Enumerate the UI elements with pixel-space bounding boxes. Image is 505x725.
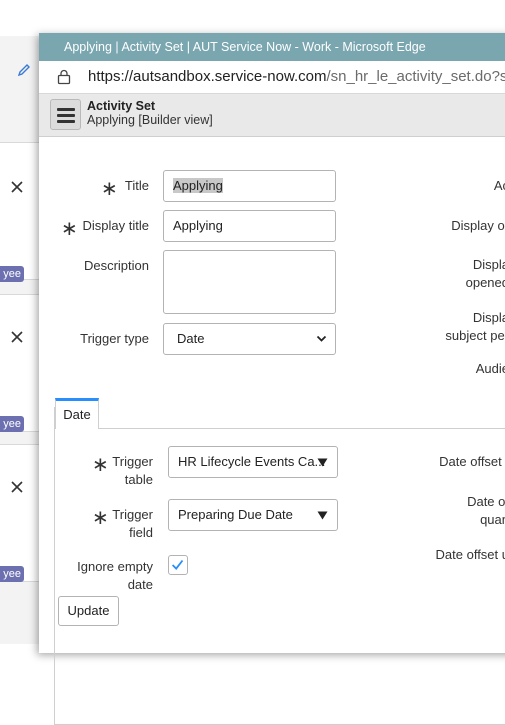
ignore-empty-date-checkbox[interactable] <box>168 555 188 575</box>
trigger-table-label-line2: table <box>124 472 153 487</box>
trigger-table-select[interactable]: HR Lifecycle Events Ca... <box>168 446 338 478</box>
trigger-table-label-line1: Trigger <box>112 454 153 469</box>
record-header: Activity Set Applying [Builder view] <box>39 94 505 137</box>
right-label-ac: Ac <box>493 178 505 193</box>
triangle-down-icon <box>317 458 328 467</box>
address-bar[interactable]: https://autsandbox.service-now.com/sn_hr… <box>39 61 505 94</box>
trigger-field-label-line1: Trigger <box>112 507 153 522</box>
right-label-date-offset-type: Date offset t <box>439 454 505 469</box>
browser-popup-window: Applying | Activity Set | AUT Service No… <box>39 33 505 725</box>
background-card-2[interactable]: yee <box>0 294 40 432</box>
right-label-date-offset-unit: Date offset u <box>435 547 505 562</box>
background-top-area <box>0 0 505 36</box>
display-title-label: Display title <box>82 218 149 233</box>
background-list-column: yee yee yee <box>0 36 40 644</box>
status-badge: yee <box>0 566 24 582</box>
title-value: Applying <box>173 178 223 193</box>
right-label-displa-2: Displa <box>472 310 505 325</box>
record-type-title: Activity Set <box>87 99 156 113</box>
description-textarea[interactable] <box>163 250 336 314</box>
edit-pencil-icon[interactable] <box>16 62 32 78</box>
trigger-field-value: Preparing Due Date <box>178 507 293 522</box>
close-icon[interactable] <box>10 330 24 344</box>
trigger-field-label-line2: field <box>129 525 153 540</box>
checkmark-icon <box>171 559 184 570</box>
right-label-subject-per: subject per <box>445 328 505 343</box>
status-badge: yee <box>0 416 24 432</box>
required-marker: ∗ <box>61 218 78 240</box>
lock-icon <box>57 69 71 85</box>
update-button[interactable]: Update <box>58 596 119 626</box>
trigger-type-select[interactable]: Date <box>163 323 336 355</box>
ignore-empty-label-line1: Ignore empty <box>77 559 153 574</box>
right-label-opened: opened <box>465 275 505 290</box>
triangle-down-icon <box>317 511 328 520</box>
display-title-input[interactable]: Applying <box>163 210 336 242</box>
url-host: https://autsandbox.service-now.com <box>88 68 327 85</box>
trigger-type-label: Trigger type <box>80 331 149 346</box>
background-card-3[interactable]: yee <box>0 444 40 582</box>
tab-divider <box>54 428 505 429</box>
activity-set-form: ∗ Title Applying ∗ Display title Applyin… <box>39 137 505 725</box>
status-badge: yee <box>0 266 24 282</box>
right-label-display-order: Display or <box>451 218 505 233</box>
close-icon[interactable] <box>10 180 24 194</box>
url-path: /sn_hr_le_activity_set.do?syspar <box>326 68 505 85</box>
window-titlebar[interactable]: Applying | Activity Set | AUT Service No… <box>39 33 505 61</box>
tab-date[interactable]: Date <box>55 398 99 429</box>
ignore-empty-label-line2: date <box>127 577 153 592</box>
record-subtitle: Applying [Builder view] <box>87 113 213 127</box>
right-label-date-offset-quantity-1: Date of <box>467 494 505 509</box>
close-icon[interactable] <box>10 480 24 494</box>
right-label-audie: Audie <box>475 361 505 376</box>
description-label: Description <box>83 258 149 273</box>
right-label-date-offset-quantity-2: quan <box>480 512 505 527</box>
trigger-field-select[interactable]: Preparing Due Date <box>168 499 338 531</box>
hamburger-menu-icon[interactable] <box>50 99 81 130</box>
url-text[interactable]: https://autsandbox.service-now.com/sn_hr… <box>88 68 505 85</box>
title-label: Title <box>124 178 149 193</box>
background-card-1[interactable]: yee <box>0 142 40 282</box>
title-input[interactable]: Applying <box>163 170 336 202</box>
trigger-table-value: HR Lifecycle Events Ca... <box>178 454 326 469</box>
trigger-type-value: Date <box>177 331 205 346</box>
right-label-displa-1: Displa <box>472 257 505 272</box>
chevron-down-icon <box>316 335 327 342</box>
